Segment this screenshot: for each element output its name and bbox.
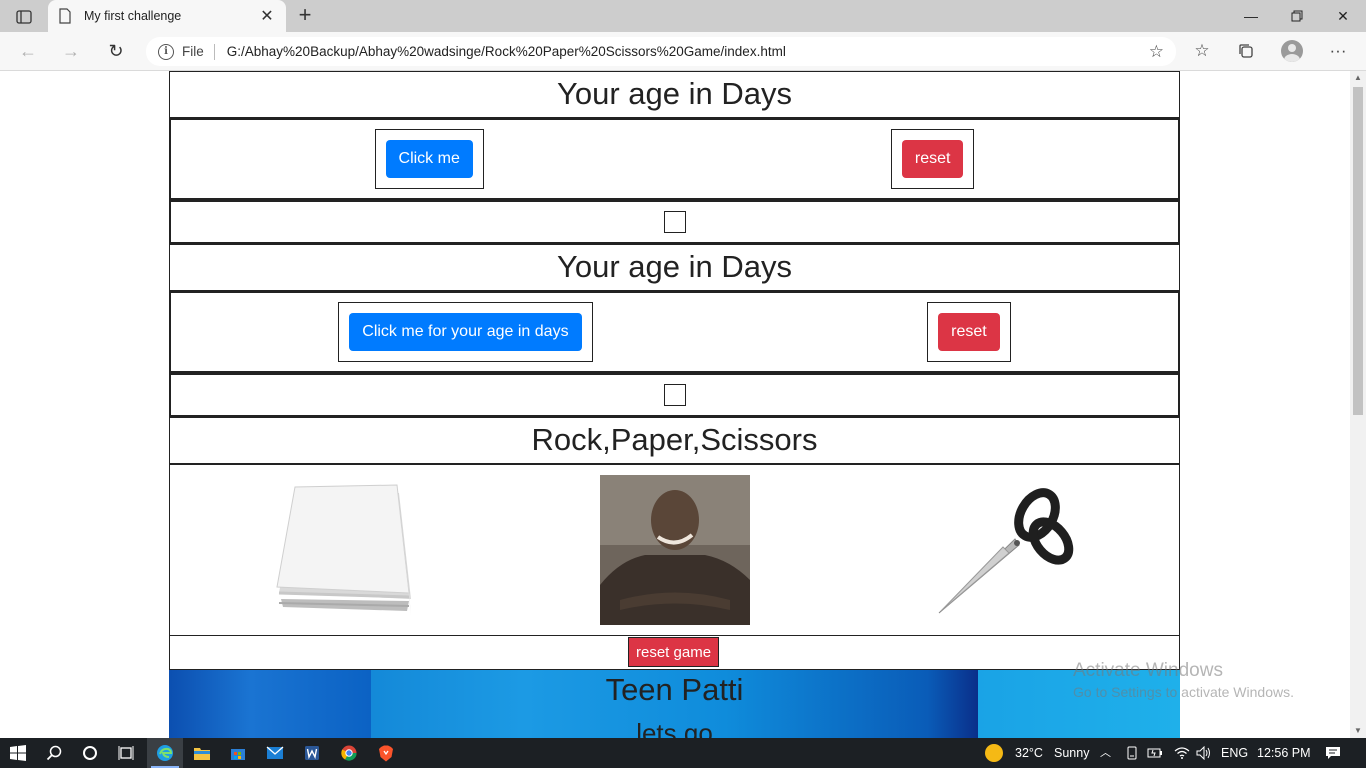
- scroll-thumb[interactable]: [1353, 87, 1363, 415]
- weather-sun-icon[interactable]: [976, 738, 1012, 768]
- challenge1-result: [169, 200, 1180, 244]
- rps-choices: [169, 464, 1180, 636]
- paper-image[interactable]: [267, 475, 417, 625]
- brave-icon[interactable]: [368, 738, 404, 768]
- tab-title: My first challenge: [84, 9, 182, 23]
- reset-game-button[interactable]: reset game: [628, 637, 720, 667]
- notifications-icon[interactable]: [1316, 738, 1350, 768]
- click-me-button[interactable]: Click me: [385, 140, 473, 178]
- challenge1-heading: Your age in Days: [169, 71, 1180, 118]
- forward-icon[interactable]: →: [57, 38, 85, 64]
- url-separator: [213, 43, 215, 60]
- info-icon[interactable]: i: [158, 43, 174, 60]
- start-icon[interactable]: [0, 738, 36, 768]
- edge-icon[interactable]: [147, 738, 183, 768]
- close-window-icon[interactable]: ✕: [1320, 0, 1366, 32]
- address-toolbar: ← → ↻ i File G:/Abhay%20Backup/Abhay%20w…: [0, 32, 1366, 71]
- refresh-icon[interactable]: ↻: [102, 38, 130, 64]
- more-menu-icon[interactable]: ···: [1326, 40, 1350, 62]
- reset-wrapper: reset: [927, 302, 1011, 362]
- rps-heading: Rock,Paper,Scissors: [169, 417, 1180, 464]
- challenge2-buttons: Click me for your age in days reset: [169, 291, 1180, 373]
- page-viewport: Your age in Days Click me reset Your age…: [0, 71, 1350, 738]
- address-bar[interactable]: i File G:/Abhay%20Backup/Abhay%20wadsing…: [146, 37, 1176, 66]
- activation-watermark: Activate Windows Go to Settings to activ…: [1073, 660, 1294, 700]
- back-icon[interactable]: ←: [14, 38, 42, 64]
- teen-patti-subheading: lets go: [636, 718, 713, 738]
- task-view-icon[interactable]: [108, 738, 144, 768]
- weather-temperature[interactable]: 32°C: [1015, 738, 1043, 768]
- search-icon[interactable]: [36, 738, 72, 768]
- minimize-icon[interactable]: —: [1228, 0, 1274, 32]
- url-text: G:/Abhay%20Backup/Abhay%20wadsinge/Rock%…: [226, 44, 786, 59]
- rock-image[interactable]: [600, 475, 750, 625]
- add-favorite-icon[interactable]: ☆: [1149, 42, 1164, 62]
- reset-wrapper: reset: [890, 129, 975, 189]
- mail-icon[interactable]: [257, 738, 293, 768]
- close-tab-icon[interactable]: ✕: [258, 6, 276, 26]
- watermark-title: Activate Windows: [1073, 660, 1223, 681]
- page-container: Your age in Days Click me reset Your age…: [169, 71, 1180, 738]
- windows-taskbar: 32°C Sunny ︿ ENG 12:56 PM: [0, 738, 1366, 768]
- reset-game-row: reset game: [169, 636, 1180, 669]
- volume-icon[interactable]: [1190, 738, 1218, 768]
- result-placeholder: [663, 211, 686, 233]
- chrome-icon[interactable]: [331, 738, 367, 768]
- result-placeholder: [663, 384, 686, 406]
- scroll-up-icon[interactable]: ▲: [1350, 71, 1366, 85]
- teen-patti-heading: Teen Patti: [605, 672, 744, 707]
- challenge2-heading: Your age in Days: [169, 244, 1180, 291]
- favorites-icon[interactable]: ☆: [1190, 40, 1214, 62]
- page-icon: [59, 8, 71, 24]
- file-explorer-icon[interactable]: [184, 738, 220, 768]
- watermark-subtitle: Go to Settings to activate Windows.: [1073, 684, 1294, 700]
- store-icon[interactable]: [220, 738, 256, 768]
- scroll-down-icon[interactable]: ▼: [1350, 724, 1366, 738]
- profile-avatar[interactable]: [1281, 40, 1303, 62]
- teen-patti-section: Teen Patti lets go: [169, 669, 1180, 738]
- battery-icon[interactable]: [1140, 738, 1170, 768]
- url-scheme-label: File: [182, 44, 204, 59]
- collections-icon[interactable]: [1234, 40, 1258, 62]
- browser-tab[interactable]: My first challenge ✕: [48, 0, 286, 32]
- challenge2-result: [169, 373, 1180, 417]
- age-in-days-button[interactable]: Click me for your age in days: [349, 313, 582, 351]
- tab-strip: My first challenge ✕ + — ✕: [0, 0, 1366, 32]
- click-me-wrapper: Click me: [374, 129, 484, 189]
- scissors-image[interactable]: [933, 475, 1083, 625]
- new-tab-button[interactable]: +: [292, 4, 318, 28]
- restore-icon[interactable]: [1274, 0, 1320, 32]
- tab-actions-icon[interactable]: [8, 6, 40, 28]
- cortana-icon[interactable]: [72, 738, 108, 768]
- clock[interactable]: 12:56 PM: [1257, 738, 1311, 768]
- language-indicator[interactable]: ENG: [1221, 738, 1248, 768]
- age-days-wrapper: Click me for your age in days: [338, 302, 593, 362]
- reset-button[interactable]: reset: [938, 313, 1000, 351]
- show-hidden-icons[interactable]: ︿: [1100, 738, 1111, 768]
- weather-description[interactable]: Sunny: [1054, 738, 1089, 768]
- reset-button[interactable]: reset: [901, 140, 964, 178]
- page-scrollbar[interactable]: ▲ ▼: [1350, 71, 1366, 738]
- challenge1-buttons: Click me reset: [169, 118, 1180, 200]
- word-icon[interactable]: [294, 738, 330, 768]
